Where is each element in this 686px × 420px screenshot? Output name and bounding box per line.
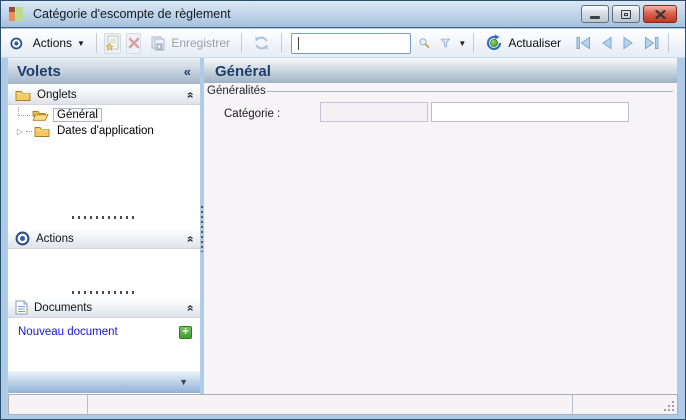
search-input[interactable] [291, 32, 412, 54]
panel-bottom-bar: ▼ [8, 371, 200, 393]
refresh-arrows-icon [255, 36, 268, 50]
minimize-icon [590, 16, 600, 19]
close-button[interactable] [643, 5, 677, 23]
first-record-icon[interactable] [575, 36, 592, 50]
volets-title: Volets [17, 62, 61, 80]
save-button-label: Enregistrer [171, 36, 231, 50]
category-field-label: Catégorie : [224, 108, 281, 120]
toolbar-separator [473, 33, 475, 53]
save-button[interactable]: Enregistrer [146, 33, 234, 53]
toolbar-separator [95, 33, 97, 53]
section-label-onglets: Onglets [37, 88, 77, 101]
filter-dropdown-caret[interactable]: ▼ [458, 39, 466, 48]
category-name-input[interactable] [431, 102, 629, 122]
tree-connector [18, 107, 30, 116]
next-record-icon[interactable] [621, 36, 636, 50]
collapse-section-icon: » [182, 304, 197, 311]
statusbar-cell-left [9, 395, 88, 414]
splitter-grip-icon [201, 206, 203, 252]
folder-icon [15, 90, 31, 101]
previous-record-icon[interactable] [599, 36, 614, 50]
expand-triangle-icon[interactable]: ▷ [14, 127, 26, 136]
actions-caret-icon: ▼ [77, 38, 85, 48]
collapse-section-icon: » [182, 91, 197, 98]
toolbar-separator [281, 33, 283, 53]
actions-menu-label: Actions [32, 36, 73, 50]
tree-item-general[interactable]: Général [14, 107, 198, 123]
section-label-actions: Actions [36, 232, 74, 245]
actualiser-refresh-icon [487, 34, 502, 51]
statusbar-cell-right [573, 395, 677, 414]
minimize-button[interactable] [581, 5, 609, 23]
actions-menu-button[interactable]: Actions ▼ [29, 34, 89, 52]
delete-button[interactable] [125, 32, 142, 54]
open-folder-icon [32, 111, 49, 121]
sidebar-volets: Volets « Onglets » Général ▷ Dates d'app… [8, 58, 200, 394]
tree-item-general-label: Général [53, 108, 102, 122]
collapse-section-icon: » [182, 235, 197, 242]
section-header-actions[interactable]: Actions » [8, 229, 200, 249]
resize-grip[interactable] [672, 409, 674, 411]
filter-funnel-icon[interactable] [440, 36, 451, 51]
section-header-documents[interactable]: Documents » [8, 298, 200, 318]
search-icon[interactable] [418, 34, 431, 53]
maximize-icon [621, 9, 631, 19]
panel-more-icon[interactable]: ▼ [179, 377, 188, 387]
save-icon [151, 36, 165, 51]
groupbox-line [267, 91, 673, 92]
text-caret [298, 36, 300, 50]
document-icon [15, 300, 28, 315]
page-header: Général [204, 59, 677, 83]
statusbar-cell-middle [88, 395, 573, 414]
collapse-panel-icon[interactable]: « [184, 64, 191, 79]
record-navigation [575, 36, 660, 50]
actualiser-button[interactable]: Actualiser [481, 32, 565, 54]
section-drag-handle[interactable] [72, 216, 136, 219]
window-controls [581, 5, 677, 23]
main-content: Général Généralités Catégorie : [204, 58, 677, 394]
maximize-button[interactable] [612, 5, 640, 23]
application-window: Catégorie d'escompte de règlement Action… [0, 0, 686, 420]
new-document-link[interactable]: Nouveau document [18, 326, 179, 338]
groupbox-label: Généralités [207, 85, 266, 97]
titlebar: Catégorie d'escompte de règlement [1, 1, 685, 28]
search-box [291, 32, 412, 54]
category-code-input[interactable] [320, 102, 428, 122]
close-icon [654, 9, 666, 19]
section-header-onglets[interactable]: Onglets » [8, 85, 200, 105]
window-body: Volets « Onglets » Général ▷ Dates d'app… [1, 58, 685, 394]
page-title: Général [215, 62, 271, 80]
window-title: Catégorie d'escompte de règlement [33, 7, 231, 21]
refresh-data-button[interactable] [249, 33, 274, 53]
toolbar-separator [241, 33, 243, 53]
section-drag-handle[interactable] [72, 291, 136, 294]
tree-item-dates-application[interactable]: ▷ Dates d'application [14, 123, 198, 139]
new-item-button[interactable] [103, 32, 121, 54]
statusbar [8, 394, 678, 415]
toolbar-separator [668, 33, 669, 53]
new-document-row: Nouveau document + [18, 324, 192, 340]
section-label-documents: Documents [34, 301, 93, 314]
volets-header: Volets « [8, 58, 200, 84]
actions-bullseye-icon [15, 231, 30, 246]
delete-icon [128, 37, 139, 49]
folder-icon [34, 127, 50, 137]
tree-item-dates-label: Dates d'application [57, 125, 154, 137]
actions-bullseye-icon [10, 37, 23, 49]
actualiser-label: Actualiser [508, 36, 561, 50]
new-item-icon [105, 35, 119, 51]
toolbar: Actions ▼ Enregistrer ▼ Actualiser [1, 29, 685, 58]
tree-connector [26, 130, 32, 132]
app-icon [9, 7, 24, 21]
add-document-button[interactable]: + [179, 325, 192, 339]
onglets-tree: Général ▷ Dates d'application [14, 107, 198, 139]
last-record-icon[interactable] [643, 36, 660, 50]
